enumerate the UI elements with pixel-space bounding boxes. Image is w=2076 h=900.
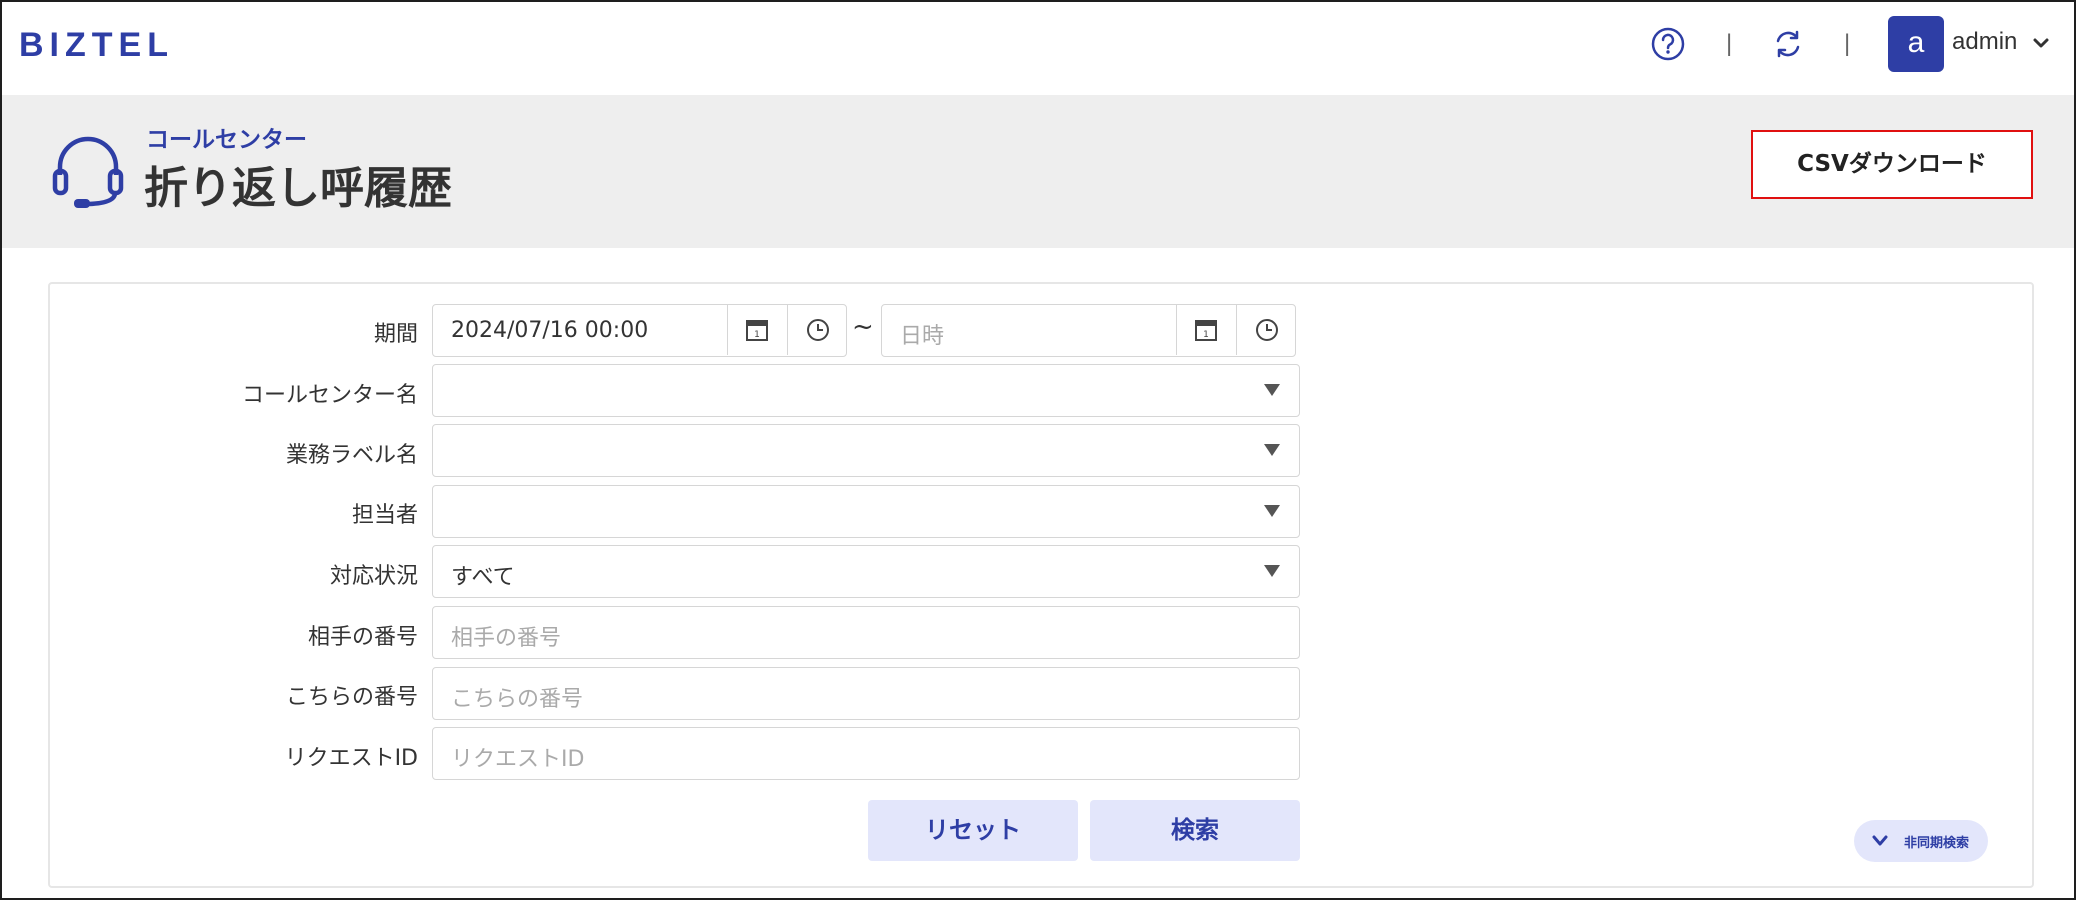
their-number-input[interactable]: 相手の番号 [432,606,1300,659]
our-number-placeholder: こちらの番号 [451,687,584,712]
search-button[interactable]: 検索 [1090,800,1300,861]
biztel-logo[interactable]: BIZTEL [19,26,174,65]
time-button[interactable] [1236,305,1296,355]
status-select[interactable]: すべて [432,545,1300,598]
dropdown-arrow-icon [1264,505,1280,517]
calendar-button[interactable]: 1 [1176,305,1236,355]
period-start-value: 2024/07/16 00:00 [451,318,649,343]
request-id-label: リクエストID [284,746,418,771]
refresh-icon[interactable] [1770,26,1806,62]
calendar-icon: 1 [746,320,768,341]
their-number-label: 相手の番号 [307,625,418,650]
call-center-select[interactable] [432,364,1300,417]
call-center-label: コールセンター名 [241,383,418,408]
user-name[interactable]: admin [1952,28,2017,56]
request-id-placeholder: リクエストID [451,747,585,772]
async-search-button[interactable]: 非同期検索 [1854,820,1988,862]
headset-icon [52,136,124,208]
chevron-down-icon[interactable] [2032,34,2050,52]
topbar-separator: | [1726,30,1733,57]
their-number-placeholder: 相手の番号 [451,626,562,651]
dropdown-arrow-icon [1264,565,1280,577]
help-icon[interactable] [1650,26,1686,62]
svg-text:1: 1 [1203,330,1209,340]
our-number-input[interactable]: こちらの番号 [432,667,1300,720]
topbar-separator: | [1844,30,1851,57]
period-end-field[interactable]: 日時 1 [881,304,1296,357]
dropdown-arrow-icon [1264,384,1280,396]
async-search-label: 非同期検索 [1904,836,1970,851]
time-button[interactable] [787,305,847,355]
chevron-down-icon [1872,835,1888,846]
avatar[interactable]: a [1888,16,1944,72]
status-label: 対応状況 [329,564,418,589]
calendar-icon: 1 [1195,320,1217,341]
clock-icon [1256,319,1278,341]
reset-button[interactable]: リセット [868,800,1078,861]
calendar-button[interactable]: 1 [727,305,787,355]
request-id-input[interactable]: リクエストID [432,727,1300,780]
status-value: すべて [451,565,515,590]
page-subtitle: コールセンター [146,127,307,153]
business-label-label: 業務ラベル名 [285,443,418,468]
our-number-label: こちらの番号 [285,685,418,710]
top-bar: BIZTEL | | a admin [2,2,2074,95]
period-label: 期間 [373,322,418,347]
svg-text:1: 1 [754,330,760,340]
business-label-select[interactable] [432,424,1300,477]
assignee-label: 担当者 [351,503,418,528]
page-title: 折り返し呼履歴 [144,163,452,214]
clock-icon [807,319,829,341]
period-end-placeholder: 日時 [900,324,945,349]
assignee-select[interactable] [432,485,1300,538]
dropdown-arrow-icon [1264,444,1280,456]
period-start-field[interactable]: 2024/07/16 00:00 1 [432,304,847,357]
period-separator: ~ [852,312,874,342]
csv-download-button[interactable]: CSVダウンロード [1751,130,2033,199]
